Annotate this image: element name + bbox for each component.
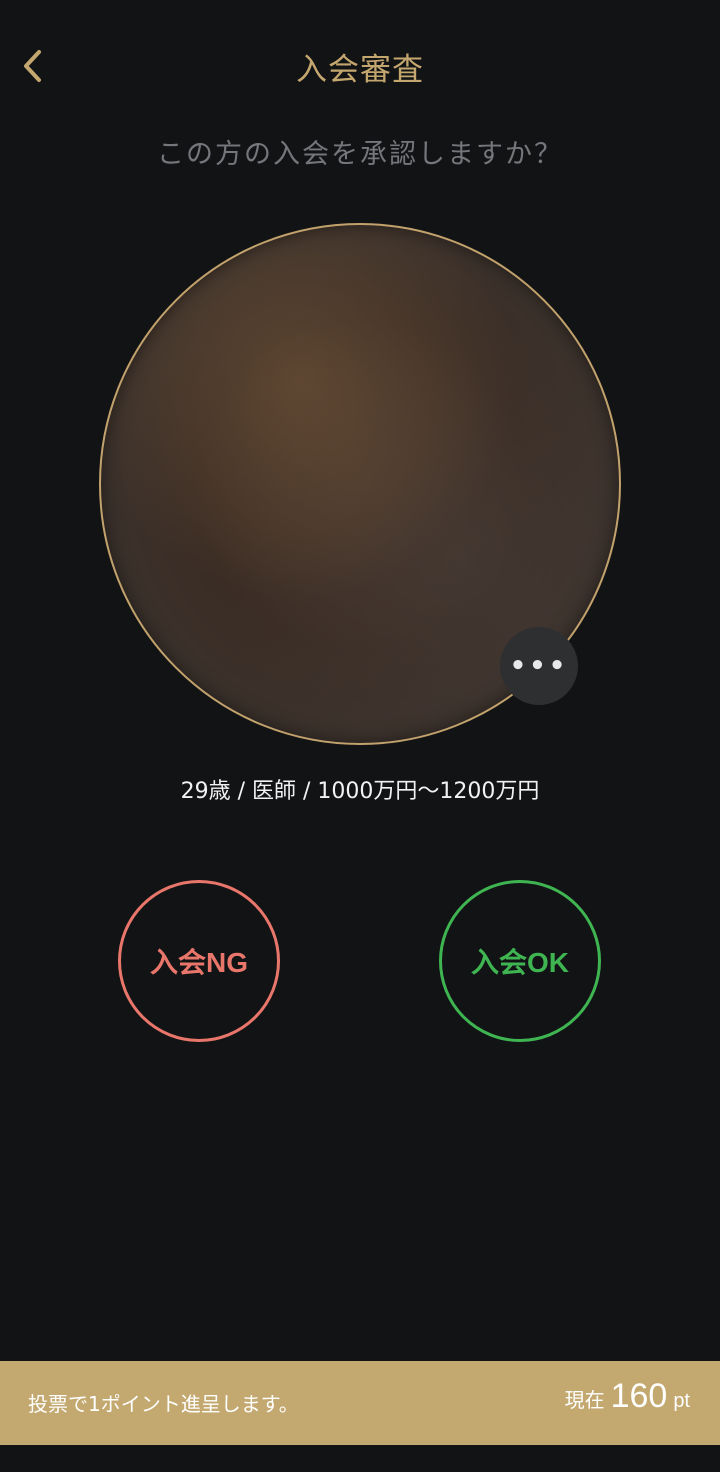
points-banner: 投票で1ポイント進呈します。 現在 160 pt <box>0 1361 720 1445</box>
page-title: 入会審査 <box>296 52 424 88</box>
screen: 入会審査 この方の入会を承認しますか？ ••• 29歳 / 医師 / 1000万… <box>0 0 720 1472</box>
reject-button[interactable]: 入会NG <box>118 880 280 1042</box>
approve-button[interactable]: 入会OK <box>439 880 601 1042</box>
points-value: 160 <box>610 1377 668 1415</box>
approve-button-label: 入会OK <box>470 947 569 978</box>
more-options-button[interactable]: ••• <box>500 627 578 705</box>
points-unit: pt <box>673 1390 690 1412</box>
reject-button-label: 入会NG <box>149 947 248 978</box>
approval-prompt: この方の入会を承認しますか？ <box>157 139 563 170</box>
current-points: 現在 160 pt <box>565 1377 690 1416</box>
points-note: 投票で1ポイント進呈します。 <box>28 1392 299 1416</box>
more-horizontal-icon: ••• <box>509 651 569 681</box>
points-prefix: 現在 <box>564 1388 605 1412</box>
profile-info: 29歳 / 医師 / 1000万円〜1200万円 <box>180 779 540 804</box>
nav-bar: 入会審査 <box>0 0 720 130</box>
